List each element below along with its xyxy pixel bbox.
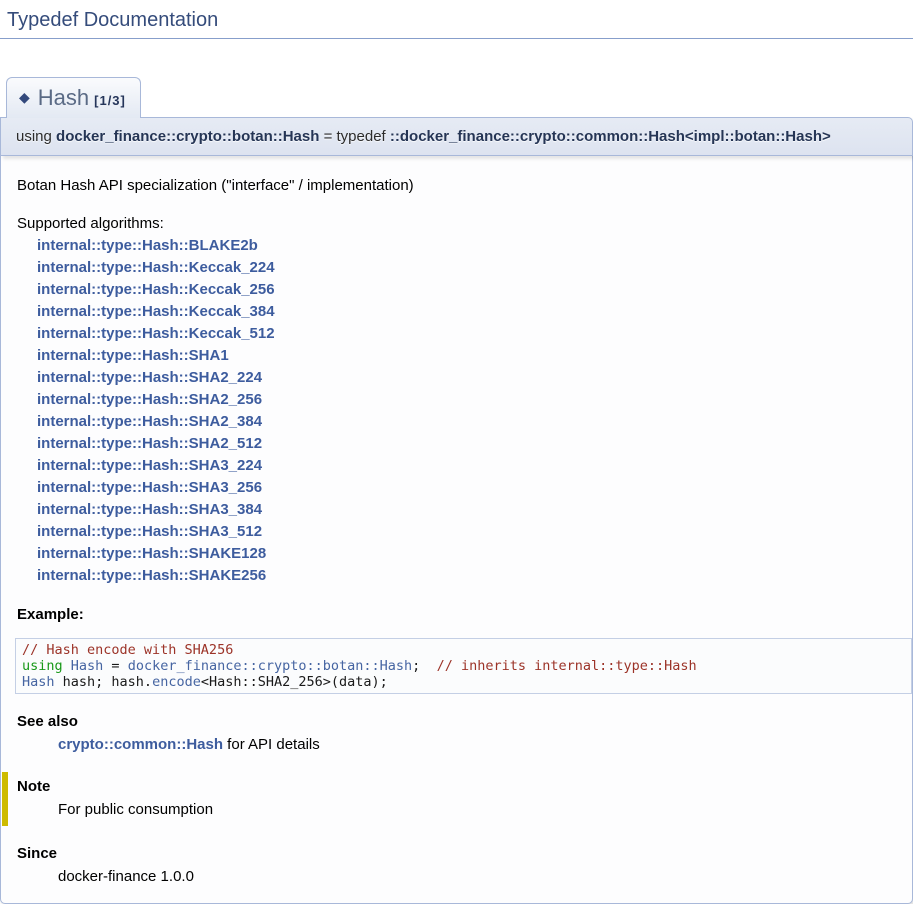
note-section: Note For public consumption: [2, 772, 896, 826]
code-link[interactable]: Hash: [71, 658, 104, 674]
code-token: ;: [412, 658, 436, 674]
algorithm-link[interactable]: internal::type::Hash::Keccak_512: [37, 323, 896, 345]
algorithm-link[interactable]: internal::type::Hash::SHA2_384: [37, 411, 896, 433]
see-also-link[interactable]: crypto::common::Hash: [58, 736, 223, 753]
code-token: // inherits internal::type::Hash: [437, 658, 697, 674]
declaration-equals: = typedef: [319, 128, 389, 145]
member-title: Hash: [38, 85, 89, 110]
algorithm-link[interactable]: internal::type::Hash::SHA2_512: [37, 433, 896, 455]
since-section: Since docker-finance 1.0.0: [17, 843, 896, 887]
member-description: Botan Hash API specialization ("interfac…: [17, 175, 896, 197]
code-token: // Hash encode with SHA256: [22, 642, 233, 658]
declaration-type-link[interactable]: ::docker_finance::crypto::common::Hash<i…: [390, 128, 831, 145]
see-also-text: for API details: [223, 736, 320, 753]
example-section: Example: // Hash encode with SHA256using…: [17, 604, 896, 694]
code-line: using Hash = docker_finance::crypto::bot…: [22, 658, 905, 674]
member-overload-index: [1/3]: [94, 93, 126, 108]
algorithm-link[interactable]: internal::type::Hash::Keccak_256: [37, 279, 896, 301]
see-also-label: See also: [17, 711, 896, 732]
member-item: ◆Hash[1/3] using docker_finance::crypto:…: [0, 77, 913, 904]
algorithm-link[interactable]: internal::type::Hash::SHA2_256: [37, 389, 896, 411]
algorithm-list: internal::type::Hash::BLAKE2binternal::t…: [17, 235, 896, 587]
code-line: Hash hash; hash.encode<Hash::SHA2_256>(d…: [22, 674, 905, 690]
code-token: hash; hash.: [55, 674, 153, 690]
algorithm-link[interactable]: internal::type::Hash::SHAKE256: [37, 565, 896, 587]
code-link[interactable]: Hash: [22, 674, 55, 690]
algorithm-link[interactable]: internal::type::Hash::SHA3_512: [37, 521, 896, 543]
since-text: docker-finance 1.0.0: [58, 866, 896, 887]
see-also-body: crypto::common::Hash for API details: [58, 734, 896, 755]
algorithm-link[interactable]: internal::type::Hash::Keccak_384: [37, 301, 896, 323]
supported-algorithms-label: Supported algorithms:: [17, 213, 896, 235]
see-also-section: See also crypto::common::Hash for API de…: [17, 711, 896, 755]
algorithm-link[interactable]: internal::type::Hash::SHA3_256: [37, 477, 896, 499]
algorithm-link[interactable]: internal::type::Hash::SHA1: [37, 345, 896, 367]
example-code-block: // Hash encode with SHA256using Hash = d…: [15, 638, 912, 694]
code-link[interactable]: docker_finance::crypto::botan::Hash: [128, 658, 412, 674]
algorithm-link[interactable]: internal::type::Hash::SHA3_384: [37, 499, 896, 521]
note-text: For public consumption: [58, 799, 896, 820]
algorithm-link[interactable]: internal::type::Hash::Keccak_224: [37, 257, 896, 279]
algorithm-link[interactable]: internal::type::Hash::SHA3_224: [37, 455, 896, 477]
code-token: using: [22, 658, 63, 674]
permalink-diamond-icon[interactable]: ◆: [19, 89, 30, 105]
example-label: Example:: [17, 604, 896, 625]
declaration-keyword: using: [16, 128, 56, 145]
page-title: Typedef Documentation: [0, 0, 913, 39]
code-token: =: [103, 658, 127, 674]
algorithm-link[interactable]: internal::type::Hash::SHA2_224: [37, 367, 896, 389]
code-token: [63, 658, 71, 674]
declaration-name: docker_finance::crypto::botan::Hash: [56, 128, 319, 145]
code-token: <Hash::SHA2_256>(data);: [201, 674, 388, 690]
code-link[interactable]: encode: [152, 674, 201, 690]
member-tab: ◆ Hash [1/3]: [6, 77, 141, 118]
note-label: Note: [17, 776, 896, 797]
member-declaration: using docker_finance::crypto::botan::Has…: [0, 117, 913, 156]
since-label: Since: [17, 843, 896, 864]
code-line: // Hash encode with SHA256: [22, 642, 905, 658]
algorithm-link[interactable]: internal::type::Hash::SHAKE128: [37, 543, 896, 565]
member-documentation: Botan Hash API specialization ("interfac…: [0, 156, 913, 904]
algorithm-link[interactable]: internal::type::Hash::BLAKE2b: [37, 235, 896, 257]
